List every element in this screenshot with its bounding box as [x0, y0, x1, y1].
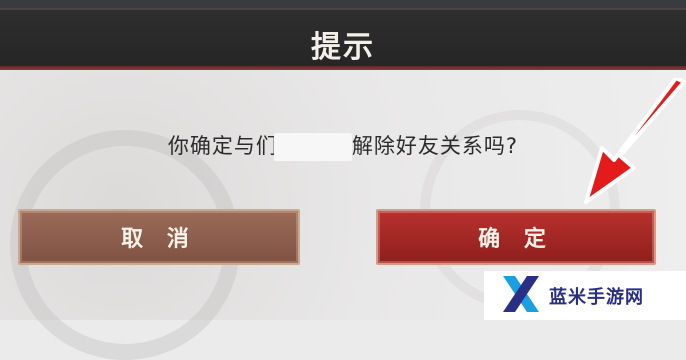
message-suffix: 解除好友关系吗? — [351, 134, 519, 158]
confirm-button[interactable]: 确 定 — [376, 209, 656, 265]
dialog-header: 提示 — [0, 8, 686, 70]
watermark-text: 蓝米手游网 — [549, 287, 644, 308]
red-arrow-icon — [584, 78, 686, 204]
confirm-button-label: 确 定 — [478, 227, 554, 252]
lanmi-logo-icon — [503, 276, 539, 312]
top-strip — [0, 0, 686, 8]
cancel-button[interactable]: 取 消 — [18, 209, 300, 265]
message-prefix: 你确定与们 — [167, 134, 278, 158]
cancel-button-label: 取 消 — [121, 227, 197, 252]
dialog-title: 提示 — [311, 30, 375, 65]
redacted-name — [273, 133, 352, 161]
